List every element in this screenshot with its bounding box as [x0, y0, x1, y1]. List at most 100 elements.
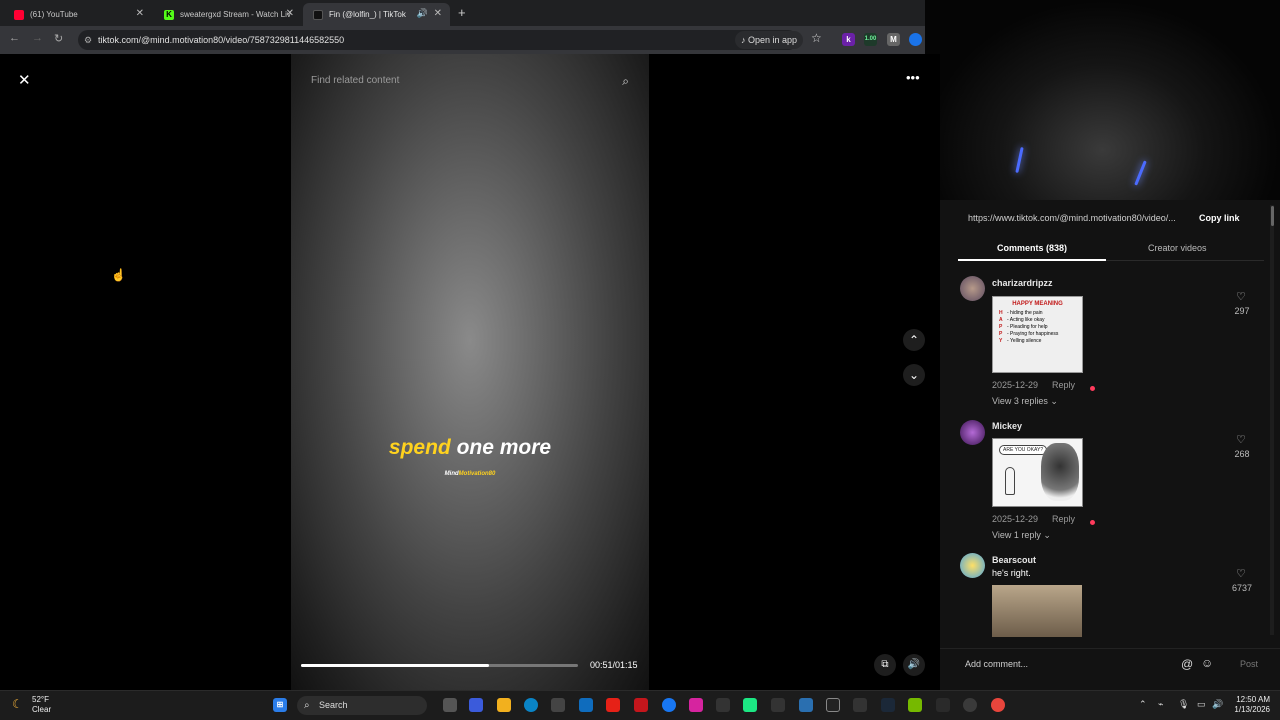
- network-icon[interactable]: ⌁: [1158, 699, 1163, 710]
- instagram-icon[interactable]: [689, 698, 703, 712]
- search-icon[interactable]: ⌕: [622, 70, 629, 92]
- copilot-icon[interactable]: [469, 698, 483, 712]
- youtube-icon[interactable]: [606, 698, 620, 712]
- site-info-icon[interactable]: ⚙: [84, 30, 92, 50]
- weather-moon-icon[interactable]: ☾: [12, 697, 23, 711]
- sketch-figure: [1005, 467, 1015, 495]
- app-icon[interactable]: [853, 698, 867, 712]
- heart-icon[interactable]: ♡: [1236, 433, 1246, 446]
- tab-title: Fin (@lolfin_) | TikTok: [329, 10, 406, 19]
- settings-icon[interactable]: [799, 698, 813, 712]
- weather-widget[interactable]: 52°F Clear: [32, 695, 51, 715]
- avatar[interactable]: [960, 276, 985, 301]
- reply-button[interactable]: Reply: [1052, 514, 1075, 524]
- post-button[interactable]: Post: [1240, 659, 1258, 669]
- video-player[interactable]: [291, 54, 649, 690]
- happy-letter: P: [999, 324, 1003, 330]
- facebook-icon[interactable]: [662, 698, 676, 712]
- comments-scrollbar[interactable]: [1270, 205, 1274, 635]
- open-in-app-button[interactable]: ♪ Open in app: [735, 31, 804, 49]
- nvidia-icon[interactable]: [908, 698, 922, 712]
- outlook-icon[interactable]: [579, 698, 593, 712]
- search-input[interactable]: Find related content ⌕: [303, 70, 633, 92]
- speaker-icon[interactable]: 🔊: [417, 8, 428, 19]
- comment-image-happy-meaning[interactable]: HAPPY MEANING H - hiding the pain A - Acti…: [992, 296, 1083, 373]
- microphone-icon[interactable]: 🎙: [1178, 699, 1189, 710]
- scrollbar-thumb[interactable]: [1271, 206, 1274, 226]
- system-clock[interactable]: 12:50 AM 1/13/2026: [1225, 695, 1270, 715]
- comment-username[interactable]: charizardripzz: [992, 278, 1053, 288]
- progress-bar[interactable]: [301, 664, 578, 667]
- url-field[interactable]: ⚙ tiktok.com/@mind.motivation80/video/75…: [78, 30, 798, 50]
- epic-games-icon[interactable]: [936, 698, 950, 712]
- movies-icon[interactable]: [716, 698, 730, 712]
- volume-icon[interactable]: 🔊: [1212, 699, 1223, 710]
- heart-icon[interactable]: ♡: [1236, 567, 1246, 580]
- tab-comments[interactable]: Comments (838): [997, 243, 1067, 253]
- picture-in-picture-button[interactable]: ⧉: [874, 654, 896, 676]
- tab-youtube[interactable]: (61) YouTube ✕: [4, 3, 152, 26]
- chevron-up-icon[interactable]: ⌃: [1139, 699, 1147, 710]
- more-options-icon[interactable]: •••: [906, 70, 920, 85]
- previous-video-button[interactable]: ⌃: [903, 329, 925, 351]
- tiktok-icon: [313, 9, 323, 20]
- reload-icon[interactable]: ↻: [54, 32, 63, 45]
- close-icon[interactable]: ✕: [286, 8, 294, 19]
- comment-image-photo[interactable]: [992, 585, 1082, 637]
- happy-row-text: - Yelling silence: [1007, 338, 1042, 344]
- browser-tab-bar: (61) YouTube ✕ K sweatergxd Stream - Wat…: [0, 0, 925, 26]
- chrome-icon[interactable]: [991, 698, 1005, 712]
- task-view-icon[interactable]: [443, 698, 457, 712]
- tiktok-icon: ♪: [741, 35, 746, 45]
- windows-start-icon[interactable]: ⊞: [273, 698, 287, 712]
- close-icon[interactable]: ✕: [136, 8, 144, 19]
- new-tab-button[interactable]: +: [458, 5, 466, 20]
- edge-icon[interactable]: [524, 698, 538, 712]
- heart-icon[interactable]: ♡: [1236, 290, 1246, 303]
- display-icon[interactable]: ▭: [1197, 699, 1206, 710]
- amazon-icon[interactable]: [771, 698, 785, 712]
- view-replies-button[interactable]: View 1 reply ⌄: [992, 530, 1051, 541]
- profile-icon[interactable]: [909, 33, 922, 46]
- clock-date: 1/13/2026: [1234, 705, 1270, 714]
- bookmark-star-icon[interactable]: ☆: [811, 31, 822, 45]
- steam-icon[interactable]: [881, 698, 895, 712]
- file-explorer-icon[interactable]: [497, 698, 511, 712]
- store-icon[interactable]: [551, 698, 565, 712]
- comment-input[interactable]: Add comment...: [965, 659, 1028, 669]
- view-replies-button[interactable]: View 3 replies ⌄: [992, 396, 1058, 407]
- mention-icon[interactable]: @: [1181, 657, 1193, 671]
- emoji-icon[interactable]: ☺: [1201, 656, 1213, 670]
- comment-image-sketch[interactable]: ARE YOU OKAY?: [992, 438, 1083, 507]
- forward-icon[interactable]: →: [32, 32, 43, 44]
- share-url: https://www.tiktok.com/@mind.motivation8…: [968, 213, 1176, 223]
- copy-link-button[interactable]: Copy link: [1199, 213, 1240, 223]
- happy-letter: P: [999, 331, 1003, 337]
- open-in-app-label: Open in app: [748, 35, 798, 45]
- close-video-icon[interactable]: ✕: [18, 71, 31, 89]
- comment-username[interactable]: Mickey: [992, 421, 1022, 431]
- tiktok-icon[interactable]: [826, 698, 840, 712]
- comment-bar: [940, 648, 1280, 690]
- app-icon[interactable]: [963, 698, 977, 712]
- avatar[interactable]: [960, 553, 985, 578]
- creator-liked-badge: [1090, 386, 1095, 391]
- taskbar-search[interactable]: ⌕ Search: [297, 696, 427, 715]
- netflix-icon[interactable]: [634, 698, 648, 712]
- reply-button[interactable]: Reply: [1052, 380, 1075, 390]
- tab-creator-videos[interactable]: Creator videos: [1148, 243, 1207, 253]
- extension-k-icon[interactable]: k: [842, 33, 855, 46]
- tab-tiktok[interactable]: Fin (@lolfin_) | TikTok 🔊 ✕: [303, 3, 450, 26]
- next-video-button[interactable]: ⌄: [903, 364, 925, 386]
- kick-icon: K: [164, 9, 174, 20]
- close-icon[interactable]: ✕: [434, 8, 442, 19]
- back-icon[interactable]: ←: [9, 32, 20, 44]
- comment-username[interactable]: Bearscout: [992, 555, 1036, 565]
- volume-button[interactable]: 🔊: [903, 654, 925, 676]
- extension-counter-icon[interactable]: 1.00: [864, 33, 877, 46]
- avatar[interactable]: [960, 420, 985, 445]
- url-text: tiktok.com/@mind.motivation80/video/7587…: [98, 35, 345, 45]
- tab-kick[interactable]: K sweatergxd Stream - Watch Liv ✕: [154, 3, 302, 26]
- extension-m-icon[interactable]: M: [887, 33, 900, 46]
- hulu-icon[interactable]: [743, 698, 757, 712]
